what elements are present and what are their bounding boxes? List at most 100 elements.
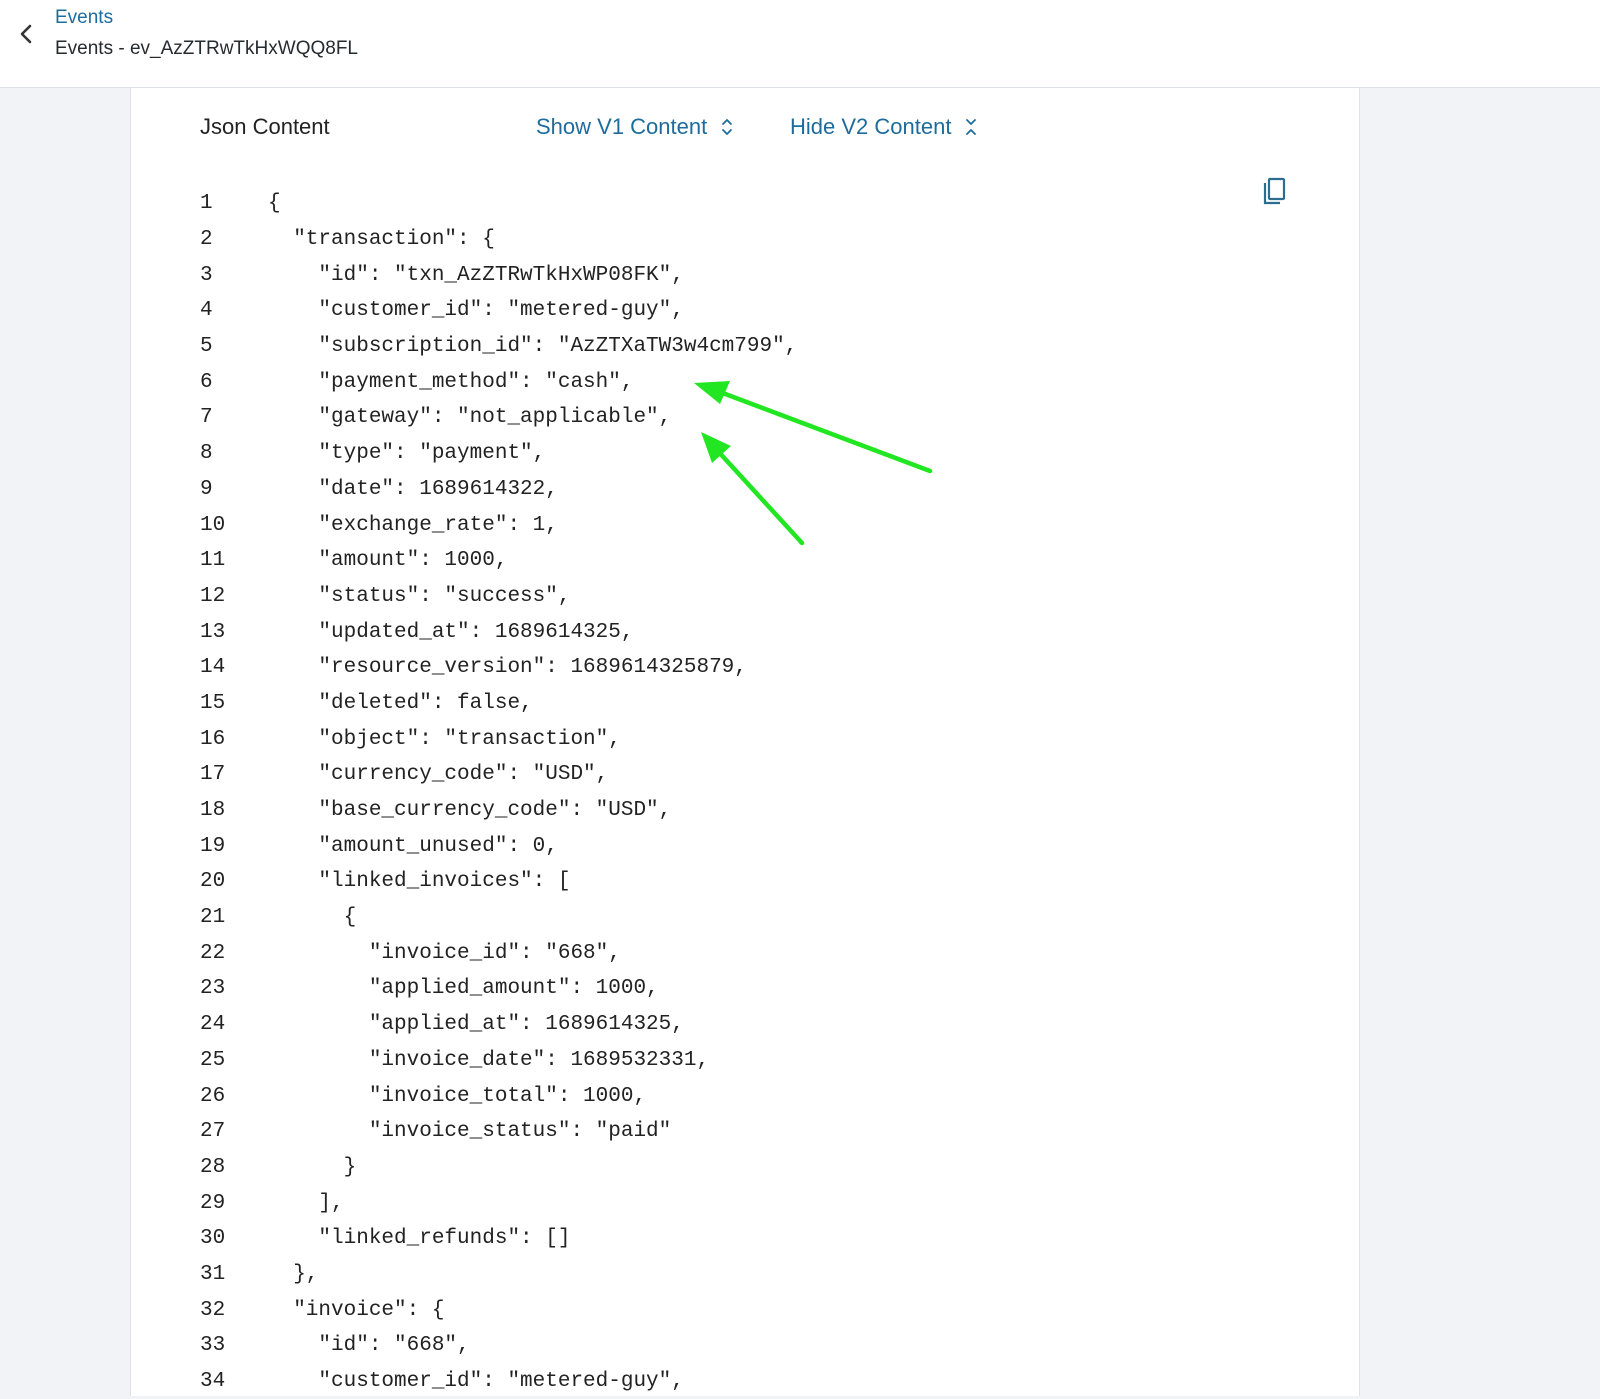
line-number: 17 <box>200 763 226 787</box>
code-line: 29 ], <box>200 1185 797 1221</box>
code-text: "type": "payment", <box>268 442 546 466</box>
line-number: 2 <box>200 228 213 252</box>
code-line: 24 "applied_at": 1689614325, <box>200 1007 797 1043</box>
code-text: ], <box>268 1191 344 1215</box>
code-text: } <box>268 1155 357 1179</box>
line-number: 28 <box>200 1155 226 1179</box>
copy-button[interactable] <box>1261 176 1289 208</box>
code-text: { <box>268 192 281 216</box>
line-number: 13 <box>200 620 226 644</box>
hide-v2-label: Hide V2 Content <box>790 114 952 139</box>
line-number: 24 <box>200 1013 226 1037</box>
code-line: 5 "subscription_id": "AzZTXaTW3w4cm799", <box>200 329 797 365</box>
code-text: "amount_unused": 0, <box>268 834 558 858</box>
code-text: "amount": 1000, <box>268 549 508 573</box>
code-text: "status": "success", <box>268 584 571 608</box>
line-number: 23 <box>200 977 226 1001</box>
hide-v2-content-toggle[interactable]: Hide V2 Content <box>790 114 977 140</box>
line-number: 4 <box>200 299 213 323</box>
code-text: "object": "transaction", <box>268 727 621 751</box>
line-number: 5 <box>200 335 213 359</box>
code-text: "invoice_status": "paid" <box>268 1120 672 1144</box>
code-text: "invoice_total": 1000, <box>268 1084 647 1108</box>
code-line: 12 "status": "success", <box>200 579 797 615</box>
line-number: 20 <box>200 870 226 894</box>
line-number: 7 <box>200 406 213 430</box>
code-text: "applied_amount": 1000, <box>268 977 659 1001</box>
line-number: 8 <box>200 442 213 466</box>
code-line: 30 "linked_refunds": [] <box>200 1221 797 1257</box>
code-line: 17 "currency_code": "USD", <box>200 757 797 793</box>
page-title: Events - ev_AzZTRwTkHxWQQ8FL <box>55 38 358 59</box>
code-line: 34 "customer_id": "metered-guy", <box>200 1364 797 1399</box>
code-line: 14 "resource_version": 1689614325879, <box>200 650 797 686</box>
code-line: 33 "id": "668", <box>200 1328 797 1364</box>
code-line: 7 "gateway": "not_applicable", <box>200 400 797 436</box>
back-button[interactable] <box>14 20 38 48</box>
code-text: "subscription_id": "AzZTXaTW3w4cm799", <box>268 335 798 359</box>
code-text: "deleted": false, <box>268 691 533 715</box>
code-line: 19 "amount_unused": 0, <box>200 828 797 864</box>
show-v1-label: Show V1 Content <box>536 114 708 139</box>
show-v1-content-toggle[interactable]: Show V1 Content <box>536 114 733 140</box>
code-text: "id": "668", <box>268 1334 470 1358</box>
chevron-left-icon <box>20 24 32 44</box>
breadcrumb-events-link[interactable]: Events <box>55 7 113 29</box>
code-line: 25 "invoice_date": 1689532331, <box>200 1043 797 1079</box>
code-line: 31 }, <box>200 1257 797 1293</box>
code-line: 8 "type": "payment", <box>200 436 797 472</box>
collapse-icon <box>966 119 977 135</box>
line-number: 15 <box>200 691 226 715</box>
top-bar: Events Events - ev_AzZTRwTkHxWQQ8FL <box>0 0 1600 88</box>
code-line: 11 "amount": 1000, <box>200 543 797 579</box>
code-line: 13 "updated_at": 1689614325, <box>200 614 797 650</box>
code-line: 28 } <box>200 1150 797 1186</box>
line-number: 34 <box>200 1370 226 1394</box>
code-line: 15 "deleted": false, <box>200 686 797 722</box>
copy-icon <box>1263 177 1286 205</box>
line-number: 22 <box>200 941 226 965</box>
line-number: 29 <box>200 1191 226 1215</box>
line-number: 19 <box>200 834 226 858</box>
code-text: "invoice_id": "668", <box>268 941 621 965</box>
line-number: 1 <box>200 192 213 216</box>
code-line: 16 "object": "transaction", <box>200 721 797 757</box>
line-number: 26 <box>200 1084 226 1108</box>
line-number: 25 <box>200 1048 226 1072</box>
expand-icon <box>722 119 733 135</box>
line-number: 18 <box>200 799 226 823</box>
json-content-label: Json Content <box>200 114 330 139</box>
code-line: 18 "base_currency_code": "USD", <box>200 793 797 829</box>
line-number: 21 <box>200 906 226 930</box>
code-line: 23 "applied_amount": 1000, <box>200 971 797 1007</box>
line-number: 16 <box>200 727 226 751</box>
code-line: 2 "transaction": { <box>200 222 797 258</box>
code-line: 21 { <box>200 900 797 936</box>
line-number: 30 <box>200 1227 226 1251</box>
line-number: 9 <box>200 477 213 501</box>
code-text: "resource_version": 1689614325879, <box>268 656 747 680</box>
line-number: 11 <box>200 549 226 573</box>
code-text: "applied_at": 1689614325, <box>268 1013 684 1037</box>
code-text: "customer_id": "metered-guy", <box>268 299 684 323</box>
code-line: 6 "payment_method": "cash", <box>200 364 797 400</box>
code-text: "linked_refunds": [] <box>268 1227 571 1251</box>
code-text: "invoice_date": 1689532331, <box>268 1048 710 1072</box>
line-number: 12 <box>200 584 226 608</box>
line-number: 33 <box>200 1334 226 1358</box>
code-line: 32 "invoice": { <box>200 1292 797 1328</box>
code-text: "linked_invoices": [ <box>268 870 571 894</box>
code-text: "id": "txn_AzZTRwTkHxWP08FK", <box>268 263 684 287</box>
code-text: { <box>268 906 357 930</box>
line-number: 6 <box>200 370 213 394</box>
code-text: "customer_id": "metered-guy", <box>268 1370 684 1394</box>
code-text: "base_currency_code": "USD", <box>268 799 672 823</box>
line-number: 3 <box>200 263 213 287</box>
code-line: 4 "customer_id": "metered-guy", <box>200 293 797 329</box>
code-text: "exchange_rate": 1, <box>268 513 558 537</box>
code-line: 1{ <box>200 186 797 222</box>
code-text: "payment_method": "cash", <box>268 370 634 394</box>
json-content-panel: Json Content Show V1 Content Hide V2 Con… <box>130 88 1360 1396</box>
code-line: 27 "invoice_status": "paid" <box>200 1114 797 1150</box>
code-text: }, <box>268 1262 319 1286</box>
